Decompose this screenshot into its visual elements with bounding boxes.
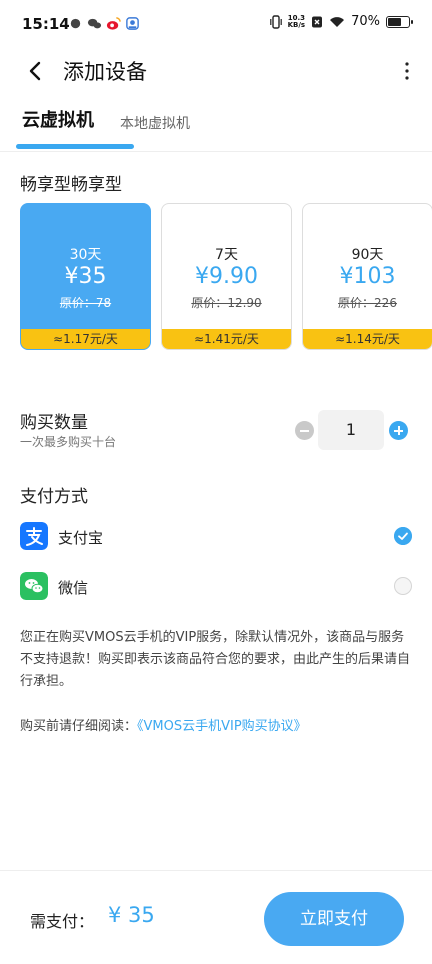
payment-label: 微信	[58, 579, 89, 597]
battery-icon	[386, 15, 413, 28]
alipay-icon	[20, 522, 48, 550]
sim-off-icon	[312, 16, 323, 27]
wechat-notification-icon	[87, 18, 102, 29]
wifi-icon	[330, 16, 345, 27]
pay-now-button[interactable]: 立即支付	[264, 892, 404, 946]
plan-per-day: ≈1.41元/天	[162, 329, 291, 349]
tab-cloud-vm[interactable]: 云虚拟机	[22, 106, 94, 132]
payment-label: 支付宝	[58, 529, 104, 547]
quantity-title: 购买数量	[20, 413, 88, 433]
status-right: 10.3 KB/s 70%	[269, 14, 413, 29]
quantity-input[interactable]: 1	[318, 410, 384, 450]
plan-card-30d[interactable]: 30天 ¥35 原价：78 ≈1.17元/天	[20, 203, 151, 350]
status-time: 15:14	[22, 15, 70, 33]
plan-original-price: 原价：226	[338, 296, 397, 310]
checkout-bar: 需支付： ¥ 35 立即支付	[0, 870, 432, 964]
total-amount: ¥ 35	[108, 903, 155, 927]
plan-per-day: ≈1.14元/天	[303, 329, 432, 349]
chevron-left-icon[interactable]	[22, 58, 48, 84]
weibo-notification-icon	[106, 17, 121, 30]
vibrate-icon	[269, 14, 282, 29]
battery-percent: 70%	[351, 14, 380, 29]
agreement-prefix: 购买前请仔细阅读：	[20, 719, 138, 734]
plan-card-7d[interactable]: 7天 ¥9.90 原价：12.90 ≈1.41元/天	[161, 203, 292, 350]
tab-local-vm[interactable]: 本地虚拟机	[120, 113, 190, 133]
network-speed: 10.3 KB/s	[287, 14, 306, 29]
quantity-increase-button[interactable]	[389, 421, 408, 440]
refund-notice: 您正在购买VMOS云手机的VIP服务，除默认情况外，该商品与服务不支持退款！购买…	[20, 630, 411, 689]
page-title: 添加设备	[63, 60, 147, 84]
battery-level	[388, 17, 402, 26]
radio-checked-icon[interactable]	[394, 527, 412, 545]
payment-section-title: 支付方式	[20, 487, 88, 507]
agreement-line: 购买前请仔细阅读：《VMOS云手机VIP购买协议》	[20, 715, 307, 734]
plan-card-90d[interactable]: 90天 ¥103 原价：226 ≈1.14元/天	[302, 203, 432, 350]
network-speed-unit: KB/s	[287, 20, 306, 29]
notification-icons	[68, 16, 140, 31]
quantity-subtitle: 一次最多购买十台	[20, 435, 117, 449]
plan-days: 30天	[69, 247, 102, 263]
plan-per-day: ≈1.17元/天	[21, 329, 150, 349]
more-vertical-icon[interactable]	[402, 60, 412, 82]
app-header: 添加设备	[0, 50, 432, 92]
plan-section-title: 畅享型畅享型	[20, 175, 122, 195]
plan-days: 90天	[351, 247, 384, 263]
payment-option-wechat[interactable]: 微信	[0, 568, 432, 608]
radio-unchecked-icon[interactable]	[394, 577, 412, 595]
plan-days: 7天	[215, 247, 238, 263]
wechat-icon	[20, 572, 48, 600]
payment-option-alipay[interactable]: 支付宝	[0, 518, 432, 558]
plan-list[interactable]: 30天 ¥35 原价：78 ≈1.17元/天 7天 ¥9.90 原价：12.90…	[20, 203, 432, 351]
plan-price: ¥9.90	[195, 264, 258, 289]
plan-original-price: 原价：12.90	[191, 296, 262, 310]
quantity-decrease-button[interactable]	[295, 421, 314, 440]
plan-price: ¥35	[64, 264, 107, 289]
status-bar: 15:14 10.3 KB/s 70%	[0, 0, 432, 50]
notification-dot-icon	[70, 18, 81, 29]
plan-price: ¥103	[339, 264, 396, 289]
total-label: 需支付：	[30, 912, 95, 931]
tab-active-indicator	[16, 144, 134, 149]
device-type-tabs: 云虚拟机 本地虚拟机	[0, 100, 432, 152]
app-notification-icon	[126, 17, 139, 30]
agreement-link[interactable]: 《VMOS云手机VIP购买协议》	[137, 719, 307, 734]
plan-original-price: 原价：78	[59, 296, 112, 310]
